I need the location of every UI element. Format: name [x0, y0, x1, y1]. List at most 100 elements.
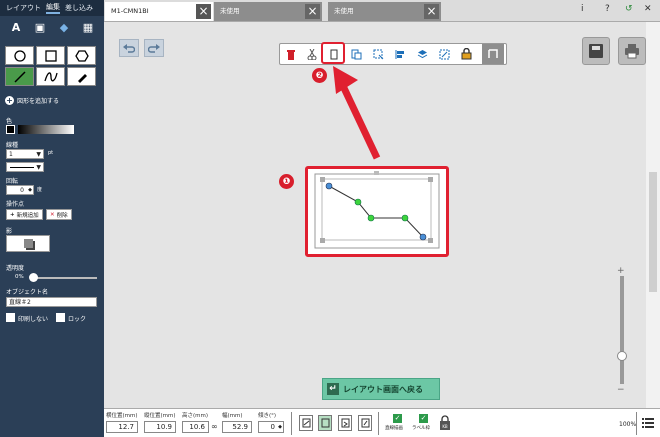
- image-icon[interactable]: ▣: [33, 20, 47, 34]
- print-button[interactable]: [618, 37, 646, 65]
- add-vertex-button[interactable]: + 新規追加: [6, 209, 43, 220]
- tab-document-2[interactable]: 未使用 ×: [214, 2, 322, 21]
- pen-shape-button[interactable]: [67, 67, 96, 86]
- page-arrow-icon: [341, 418, 349, 428]
- add-shape-row[interactable]: + 図形を追加する: [5, 96, 59, 105]
- line-shape-button[interactable]: [5, 67, 34, 86]
- text-icon[interactable]: A: [9, 20, 23, 34]
- refresh-icon[interactable]: ↺: [625, 4, 633, 14]
- object-name-input[interactable]: 直線＃2: [6, 297, 97, 307]
- y-position-input[interactable]: 10.9: [144, 421, 176, 433]
- view-mode-1-button[interactable]: [299, 415, 313, 431]
- tab-document-1[interactable]: M1-CMN1BI ×: [105, 2, 213, 21]
- cut-button[interactable]: [304, 46, 320, 62]
- menu-tab-layout[interactable]: レイアウト: [6, 3, 41, 13]
- close-icon[interactable]: ×: [305, 4, 320, 19]
- lock-checkbox[interactable]: [56, 313, 65, 322]
- line-object-preview[interactable]: [308, 169, 446, 254]
- rotation-label: 回転: [6, 178, 19, 185]
- color-swatch[interactable]: [6, 125, 15, 134]
- tab-label: 未使用: [334, 7, 354, 15]
- align-button[interactable]: [392, 46, 408, 62]
- back-button-label: レイアウト画面へ戻る: [343, 384, 423, 394]
- width-input[interactable]: 52.9: [222, 421, 252, 433]
- barcode-icon[interactable]: ▦: [81, 20, 95, 34]
- straight-line-checkbox[interactable]: ✓: [393, 414, 402, 423]
- page-icon: [321, 418, 329, 428]
- rectangle-shape-button[interactable]: [36, 46, 65, 65]
- curve-shape-button[interactable]: [36, 67, 65, 86]
- step-badge-2: ❷: [312, 68, 327, 83]
- page-edit-icon: [361, 418, 369, 428]
- zoom-out-icon[interactable]: −: [617, 385, 625, 395]
- link-icon[interactable]: ∞: [211, 422, 218, 431]
- curve-icon: [43, 71, 58, 81]
- paste-icon: [351, 49, 361, 59]
- circle-shape-button[interactable]: [5, 46, 34, 65]
- layer-button[interactable]: [414, 46, 430, 62]
- shapes-icon[interactable]: ◆: [57, 20, 71, 34]
- delete-vertex-button[interactable]: ✕ 削除: [46, 209, 72, 220]
- delete-button[interactable]: [283, 46, 299, 62]
- arrow-annotation: [333, 66, 381, 160]
- close-window-icon[interactable]: ✕: [644, 4, 652, 14]
- lock-label: ロック: [68, 316, 87, 323]
- zoom-knob[interactable]: [617, 351, 627, 361]
- keyboard-lock-icon[interactable]: KB: [439, 415, 451, 431]
- view-mode-2-button[interactable]: [318, 415, 332, 431]
- help-icon[interactable]: ?: [605, 4, 610, 14]
- y-position-label: 縦位置(mm): [144, 413, 176, 419]
- app-window: レイアウト 編集 差し込み A ▣ ◆ ▦ + 図形を追加する 色 線種 1 ▼…: [0, 0, 660, 437]
- tab-label: M1-CMN1BI: [111, 7, 149, 15]
- lock-button[interactable]: [458, 46, 474, 62]
- rotation-input[interactable]: 0 ◆: [6, 185, 34, 195]
- no-print-checkbox[interactable]: [6, 313, 15, 322]
- back-to-layout-button[interactable]: ↵ レイアウト画面へ戻る: [322, 378, 440, 400]
- zoom-slider[interactable]: [620, 276, 624, 384]
- zoom-in-icon[interactable]: +: [617, 266, 625, 276]
- hexagon-shape-button[interactable]: [67, 46, 96, 65]
- flip-button[interactable]: [482, 44, 504, 64]
- edit-points-button[interactable]: [436, 46, 452, 62]
- close-icon[interactable]: ×: [196, 4, 211, 19]
- transparency-knob[interactable]: [29, 273, 38, 282]
- list-menu-icon[interactable]: [642, 417, 654, 429]
- line-style-select[interactable]: ▼: [6, 162, 44, 172]
- save-icon: [589, 44, 603, 58]
- line-unit: pt: [48, 150, 54, 156]
- paste-button[interactable]: [348, 46, 364, 62]
- undo-button[interactable]: [119, 39, 139, 57]
- scroll-thumb[interactable]: [649, 172, 657, 292]
- tilt-label: 傾き(°): [258, 413, 277, 419]
- color-label: 色: [6, 118, 13, 125]
- menu-tab-merge[interactable]: 差し込み: [65, 3, 93, 13]
- undo-icon: [123, 44, 135, 53]
- shadow-button[interactable]: [6, 235, 50, 252]
- menu-tab-edit[interactable]: 編集: [46, 2, 60, 14]
- close-icon[interactable]: ×: [424, 4, 439, 19]
- delete-icon: [287, 49, 295, 60]
- shadow-label: 影: [6, 228, 13, 235]
- layer-icon: [417, 49, 427, 58]
- view-mode-3-button[interactable]: [338, 415, 352, 431]
- color-gradient[interactable]: [18, 125, 74, 134]
- x-position-input[interactable]: 12.7: [106, 421, 138, 433]
- label-frame-checkbox[interactable]: ✓: [419, 414, 428, 423]
- edit-points-icon: [439, 49, 449, 59]
- copy-highlight-box: [321, 42, 345, 64]
- redo-button[interactable]: [144, 39, 164, 57]
- align-icon: [395, 49, 404, 59]
- tools-row: A ▣ ◆ ▦: [0, 16, 104, 38]
- tilt-input[interactable]: 0 ◆: [258, 421, 284, 433]
- print-icon: [625, 44, 639, 59]
- transparency-slider[interactable]: [32, 277, 97, 279]
- edit-toolbar: [279, 43, 507, 65]
- height-input[interactable]: 10.6: [182, 421, 209, 433]
- save-button[interactable]: [582, 37, 610, 65]
- line-width-select[interactable]: 1 ▼: [6, 149, 44, 159]
- vertical-scrollbar[interactable]: [646, 22, 660, 408]
- select-button[interactable]: [370, 46, 386, 62]
- tab-document-3[interactable]: 未使用 ×: [328, 2, 441, 21]
- view-mode-4-button[interactable]: [358, 415, 372, 431]
- info-icon[interactable]: i: [581, 4, 584, 14]
